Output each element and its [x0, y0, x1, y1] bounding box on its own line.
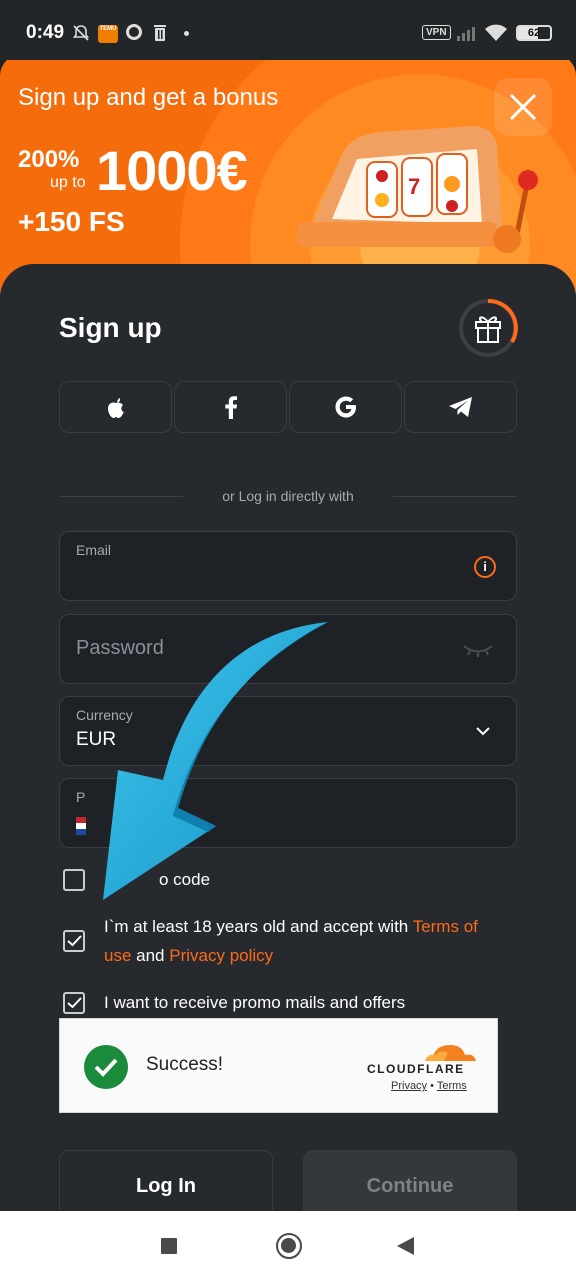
gift-icon[interactable]	[458, 298, 518, 358]
success-check-icon	[84, 1045, 128, 1089]
privacy-policy-link[interactable]: Privacy policy	[169, 946, 273, 965]
telegram-login-button[interactable]	[404, 381, 517, 433]
promo-mails-checkbox[interactable]	[63, 992, 85, 1014]
bonus-amount: 1000€	[96, 139, 248, 202]
apple-login-button[interactable]	[59, 381, 172, 433]
notification-dot-icon	[184, 31, 189, 36]
apple-icon	[107, 398, 124, 418]
captcha-privacy-link[interactable]: Privacy	[391, 1080, 427, 1092]
google-icon	[335, 396, 356, 418]
page-title: Sign up	[59, 312, 162, 343]
and-text: and	[131, 946, 170, 965]
recents-button[interactable]	[161, 1238, 177, 1254]
banner-title: Sign up and get a bonus	[18, 84, 279, 111]
captcha-terms-link[interactable]: Terms	[437, 1080, 467, 1092]
social-login-row	[59, 381, 517, 433]
cloudflare-captcha: Success! CLOUDFLARE Privacy • Terms	[59, 1018, 498, 1113]
vpn-icon: VPN	[422, 25, 451, 40]
age-terms-text: I`m at least 18 years old and accept wit…	[104, 912, 478, 970]
bonus-up-to: up to	[50, 174, 86, 191]
captcha-separator: •	[430, 1080, 434, 1092]
back-button[interactable]	[397, 1237, 414, 1255]
status-time: 0:49	[26, 22, 65, 43]
chrome-icon	[126, 24, 142, 40]
telegram-icon	[448, 397, 472, 417]
home-button[interactable]	[276, 1233, 302, 1259]
divider-right	[393, 496, 517, 497]
signal-icon	[457, 27, 475, 41]
terms-of-use-link[interactable]: Terms of	[413, 917, 478, 936]
check-icon	[67, 997, 82, 1009]
close-button[interactable]	[494, 78, 552, 136]
battery-icon: 62	[516, 25, 552, 41]
wifi-icon	[485, 24, 507, 41]
eye-closed-icon[interactable]	[462, 643, 494, 657]
temu-app-icon: TEMU	[98, 25, 118, 43]
age-terms-prefix: I`m at least 18 years old and accept wit…	[104, 917, 413, 936]
status-bar: 0:49 TEMU VPN 62	[0, 0, 576, 60]
bonus-banner: Sign up and get a bonus 200% up to 1000€…	[0, 54, 576, 294]
trash-icon	[154, 25, 166, 41]
facebook-icon	[224, 396, 237, 419]
facebook-login-button[interactable]	[174, 381, 287, 433]
svg-text:7: 7	[408, 174, 420, 199]
android-nav-bar	[0, 1211, 576, 1280]
terms-of-use-link-cont[interactable]: use	[104, 946, 131, 965]
bonus-percent: 200%	[18, 146, 80, 173]
check-icon	[67, 935, 82, 947]
google-login-button[interactable]	[289, 381, 402, 433]
pointer-arrow-graphic	[103, 622, 328, 900]
chevron-down-icon	[476, 727, 490, 736]
captcha-status: Success!	[146, 1054, 224, 1075]
captcha-links: Privacy • Terms	[391, 1080, 467, 1092]
email-label: Email	[76, 542, 112, 558]
close-icon	[509, 93, 537, 121]
slot-machine-icon: 7	[297, 126, 538, 253]
free-spins: +150 FS	[18, 206, 125, 237]
promo-mails-label: I want to receive promo mails and offers	[104, 993, 406, 1012]
cloudflare-wordmark: CLOUDFLARE	[367, 1062, 465, 1076]
email-field[interactable]: Email i	[59, 531, 517, 601]
info-icon[interactable]: i	[474, 556, 496, 578]
age-terms-checkbox[interactable]	[63, 930, 85, 952]
bell-muted-icon	[72, 25, 90, 41]
